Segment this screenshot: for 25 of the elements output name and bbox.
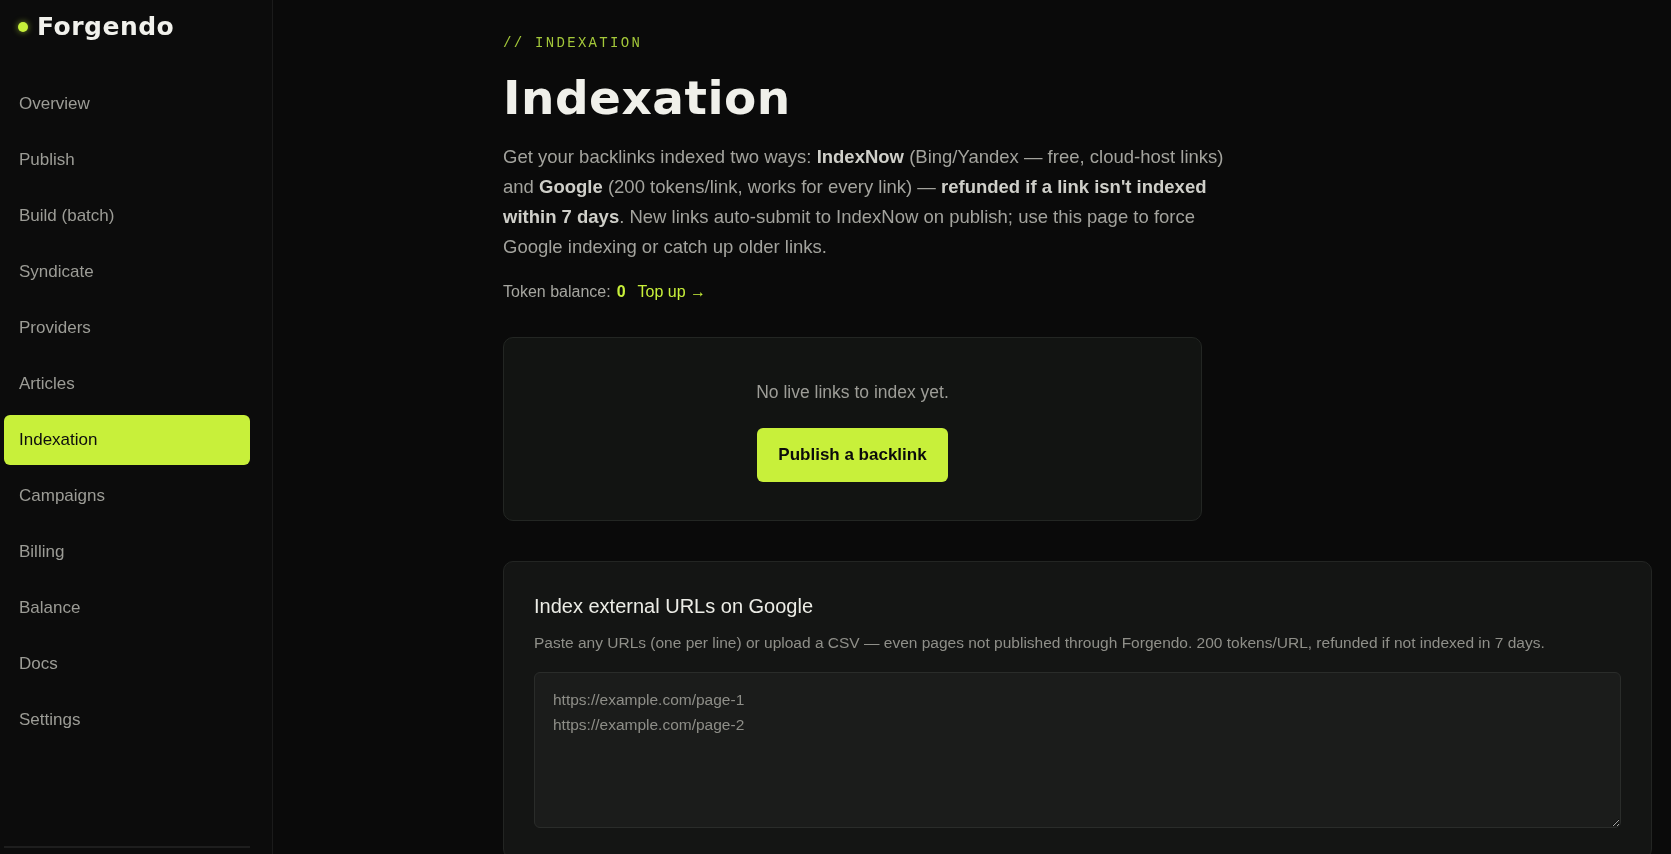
intro-paragraph: Get your backlinks indexed two ways: IndexNow (Bing/Yandex — free, cloud-host links) and Google (200 tokens/link, works for every link) — refunded if a link isn't indexed within 7 days. New links auto-submit to IndexNow on publish; use this page to force Google indexing or catch up older links. <box>503 145 1225 259</box>
section-eyebrow: // INDEXATION <box>503 34 644 53</box>
sidebar-item[interactable]: Publish <box>4 135 250 185</box>
sidebar-item[interactable]: Providers <box>4 303 250 353</box>
brand-dot-icon <box>18 21 28 32</box>
sidebar-item[interactable]: Campaigns <box>4 471 250 521</box>
sidebar-item[interactable]: Articles <box>4 359 250 409</box>
empty-state-message: No live links to index yet. <box>756 381 949 404</box>
card-description: Paste any URLs (one per line) or upload a CSV — even pages not published through Forgendo. 200 tokens/URL, refunded if not indexed in 7 days. <box>534 633 1546 653</box>
card-title: Index external URLs on Google <box>534 594 815 619</box>
token-balance-label: Token balance: <box>503 282 611 302</box>
urls-input-field[interactable]: https://example.com/page-1 https://example.com/page-2 <box>534 672 1621 828</box>
token-balance-value: 0 <box>616 282 626 302</box>
sidebar-item[interactable]: Indexation <box>4 415 250 465</box>
sidebar-item[interactable]: Billing <box>4 527 250 577</box>
sidebar-item[interactable]: Syndicate <box>4 247 250 297</box>
page-title: Indexation <box>503 70 792 126</box>
sidebar-item[interactable]: Settings <box>4 695 250 745</box>
publish-backlink-button[interactable]: Publish a backlink <box>757 428 948 482</box>
sidebar-item[interactable]: Docs <box>4 639 250 689</box>
sidebar-item[interactable]: Overview <box>4 79 250 129</box>
top-up-link[interactable]: Top up → <box>637 280 707 304</box>
sidebar-item[interactable]: Build (batch) <box>4 191 250 241</box>
sidebar-item[interactable]: Balance <box>4 583 250 633</box>
brand-logo[interactable]: Forgendo <box>37 14 175 39</box>
